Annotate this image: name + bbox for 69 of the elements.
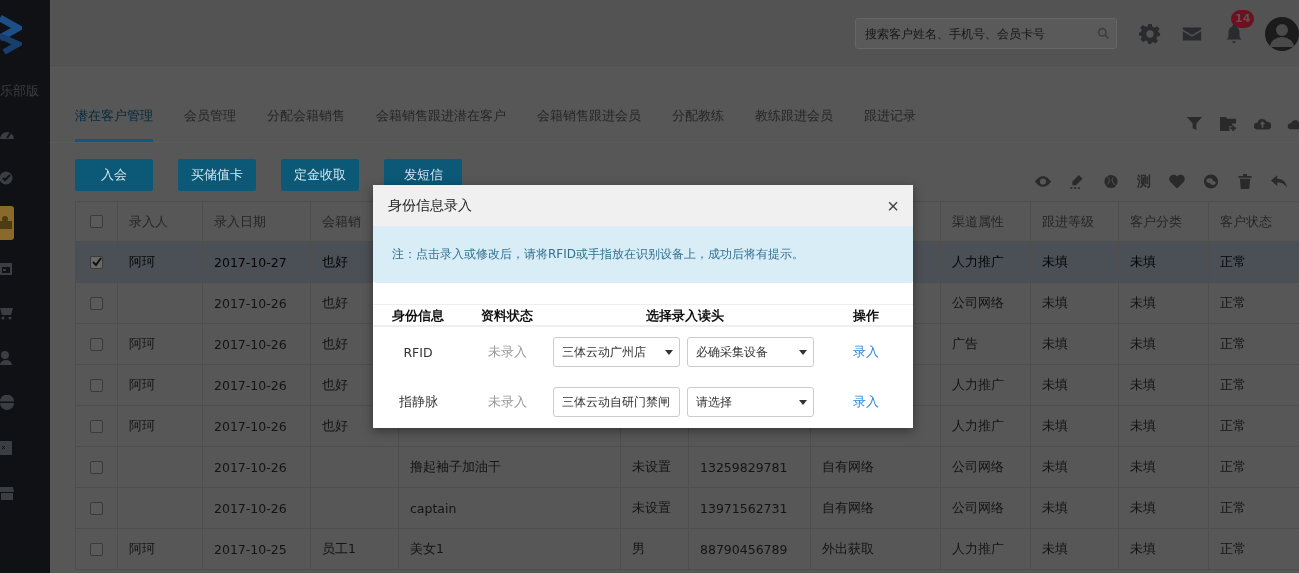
table-cell: captain bbox=[410, 500, 457, 516]
table-cell: 阿珂 bbox=[129, 417, 155, 435]
table-cell: 2017-10-26 bbox=[214, 500, 287, 516]
table-cell: 13971562731 bbox=[700, 500, 788, 516]
table-cell: 自有网络 bbox=[822, 458, 874, 476]
table-cell: 阿珂 bbox=[129, 335, 155, 353]
column-header: 操作 bbox=[851, 307, 880, 325]
table-cell: 也好 bbox=[322, 253, 348, 271]
table-cell: 2017-10-26 bbox=[214, 295, 287, 311]
table-cell: 也好 bbox=[322, 335, 348, 353]
field-label: RFID bbox=[403, 344, 433, 360]
table-cell: 正常 bbox=[1220, 376, 1246, 394]
table-cell: 未填 bbox=[1042, 376, 1068, 394]
table-cell: 未填 bbox=[1130, 417, 1156, 435]
table-cell: 未填 bbox=[1130, 294, 1156, 312]
table-cell: 撸起袖子加油干 bbox=[410, 458, 501, 476]
table-cell: 88790456789 bbox=[700, 541, 788, 557]
table-cell: 自有网络 bbox=[822, 499, 874, 517]
table-cell: 13259829781 bbox=[700, 459, 788, 475]
table-cell: 阿珂 bbox=[129, 253, 155, 271]
status-text: 未录入 bbox=[487, 343, 527, 361]
table-cell: 男 bbox=[632, 540, 645, 558]
table-cell: 未设置 bbox=[632, 499, 671, 517]
table-cell: 2017-10-27 bbox=[214, 254, 287, 270]
table-cell: 未填 bbox=[1042, 540, 1068, 558]
table-cell: 人力推广 bbox=[952, 540, 1004, 558]
table-cell: 未填 bbox=[1042, 294, 1068, 312]
table-cell: 未填 bbox=[1042, 253, 1068, 271]
table-cell: 正常 bbox=[1220, 540, 1246, 558]
table-cell: 2017-10-25 bbox=[214, 541, 287, 557]
table-cell: 人力推广 bbox=[952, 253, 1004, 271]
table-cell: 未填 bbox=[1042, 417, 1068, 435]
table-cell: 外出获取 bbox=[822, 540, 874, 558]
table-cell: 2017-10-26 bbox=[214, 377, 287, 393]
table-cell: 未填 bbox=[1130, 376, 1156, 394]
table-cell: 正常 bbox=[1220, 253, 1246, 271]
column-header: 身份信息 bbox=[391, 307, 445, 325]
table-cell: 也好 bbox=[322, 294, 348, 312]
table-cell: 也好 bbox=[322, 376, 348, 394]
table-cell: 未填 bbox=[1042, 458, 1068, 476]
table-cell: 未填 bbox=[1042, 499, 1068, 517]
table-cell: 正常 bbox=[1220, 417, 1246, 435]
table-cell: 正常 bbox=[1220, 499, 1246, 517]
dialog-title: 身份信息录入 bbox=[388, 196, 472, 215]
notice-message: 注：点击录入或修改后，请将RFID或手指放在识别设备上，成功后将有提示。 bbox=[373, 226, 913, 283]
table-cell: 广告 bbox=[952, 335, 978, 353]
table-cell: 也好 bbox=[322, 417, 348, 435]
column-header: 资料状态 bbox=[480, 307, 534, 325]
table-cell: 未设置 bbox=[632, 458, 671, 476]
table-cell: 未填 bbox=[1042, 335, 1068, 353]
notification-badge: 14 bbox=[1231, 9, 1255, 28]
table-cell: 正常 bbox=[1220, 335, 1246, 353]
table-cell: 正常 bbox=[1220, 458, 1246, 476]
table-cell: 员工1 bbox=[322, 540, 356, 558]
table-cell: 正常 bbox=[1220, 294, 1246, 312]
table-cell: 未填 bbox=[1130, 458, 1156, 476]
table-cell: 2017-10-26 bbox=[214, 459, 287, 475]
table-cell: 2017-10-26 bbox=[214, 336, 287, 352]
table-cell: 未填 bbox=[1130, 540, 1156, 558]
column-header: 选择录入读头 bbox=[644, 307, 725, 325]
table-cell: 2017-10-26 bbox=[214, 418, 287, 434]
table-cell: 阿珂 bbox=[129, 540, 155, 558]
table-cell: 未填 bbox=[1130, 335, 1156, 353]
table-cell: 未填 bbox=[1130, 253, 1156, 271]
table-cell: 人力推广 bbox=[952, 376, 1004, 394]
table-cell: 人力推广 bbox=[952, 417, 1004, 435]
table-cell: 未填 bbox=[1130, 499, 1156, 517]
table-cell: 阿珂 bbox=[129, 376, 155, 394]
table-cell: 美女1 bbox=[410, 540, 444, 558]
